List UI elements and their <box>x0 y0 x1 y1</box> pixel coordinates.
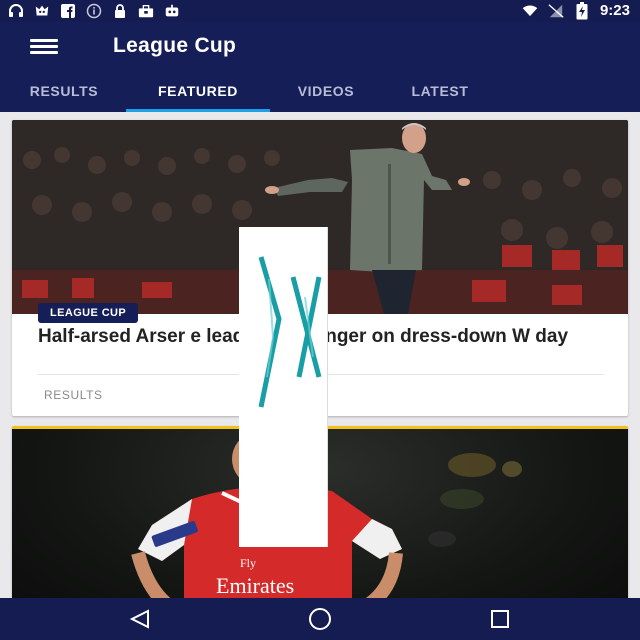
wifi-icon <box>522 3 538 19</box>
system-status: 9:23 <box>522 1 630 19</box>
app-bar: League Cup RESULTS FEATURED VIDEOS LATES… <box>0 22 640 112</box>
lock-icon <box>112 3 128 19</box>
briefcase-icon <box>138 3 154 19</box>
stadium-lights <box>428 453 522 547</box>
page-title: League Cup <box>113 34 237 57</box>
tab-indicator <box>126 109 270 112</box>
robot-icon <box>164 3 180 19</box>
recents-square-icon[interactable] <box>470 602 530 636</box>
tab-results[interactable]: RESULTS <box>10 72 118 112</box>
tab-videos[interactable]: VIDEOS <box>278 72 374 112</box>
clock: 9:23 <box>599 2 630 19</box>
back-triangle-icon[interactable] <box>110 602 170 636</box>
overlay-panel <box>239 227 327 547</box>
tab-bar: RESULTS FEATURED VIDEOS LATEST <box>0 72 640 112</box>
tab-featured[interactable]: FEATURED <box>126 72 270 112</box>
facebook-icon <box>60 3 76 19</box>
game-mascot-icon <box>34 3 50 19</box>
home-circle-icon[interactable] <box>290 602 350 636</box>
tab-latest[interactable]: LATEST <box>390 72 490 112</box>
category-badge: LEAGUE CUP <box>38 303 139 323</box>
notification-icons <box>8 3 180 19</box>
info-icon <box>86 3 102 19</box>
shirt-sponsor: Emirates <box>216 573 294 598</box>
shirt-sponsor-small: Fly <box>240 556 256 570</box>
dx-logo <box>258 256 322 408</box>
headset-icon <box>8 3 24 19</box>
article-category-link[interactable]: RESULTS <box>44 388 103 402</box>
no-sim-icon <box>548 3 564 19</box>
status-bar: 9:23 <box>0 0 640 22</box>
system-nav-bar <box>0 598 640 640</box>
hamburger-menu-icon[interactable] <box>28 36 60 58</box>
battery-charging-icon <box>574 1 590 19</box>
